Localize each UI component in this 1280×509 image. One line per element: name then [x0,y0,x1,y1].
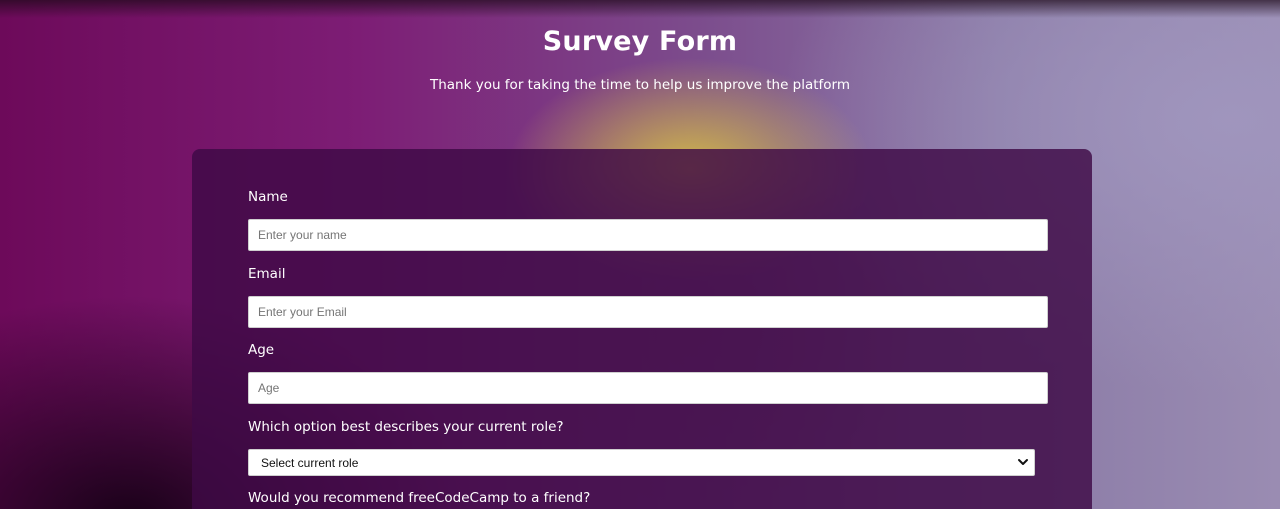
name-input[interactable] [248,219,1048,251]
top-shadow [0,0,1280,18]
survey-form: Name Email Age Which option best describ… [192,149,1092,509]
name-label: Name [248,189,288,205]
age-input[interactable] [248,372,1048,404]
page-description: Thank you for taking the time to help us… [429,77,851,93]
email-input[interactable] [248,296,1048,328]
role-select[interactable]: Select current role [248,449,1035,476]
recommend-label: Would you recommend freeCodeCamp to a fr… [248,490,591,506]
survey-page: Survey Form Thank you for taking the tim… [0,0,1280,509]
age-label: Age [248,342,275,358]
chevron-down-icon [1016,452,1030,472]
email-label: Email [248,266,286,282]
role-select-value: Select current role [261,456,359,470]
page-title: Survey Form [542,26,738,57]
role-label: Which option best describes your current… [248,419,564,435]
